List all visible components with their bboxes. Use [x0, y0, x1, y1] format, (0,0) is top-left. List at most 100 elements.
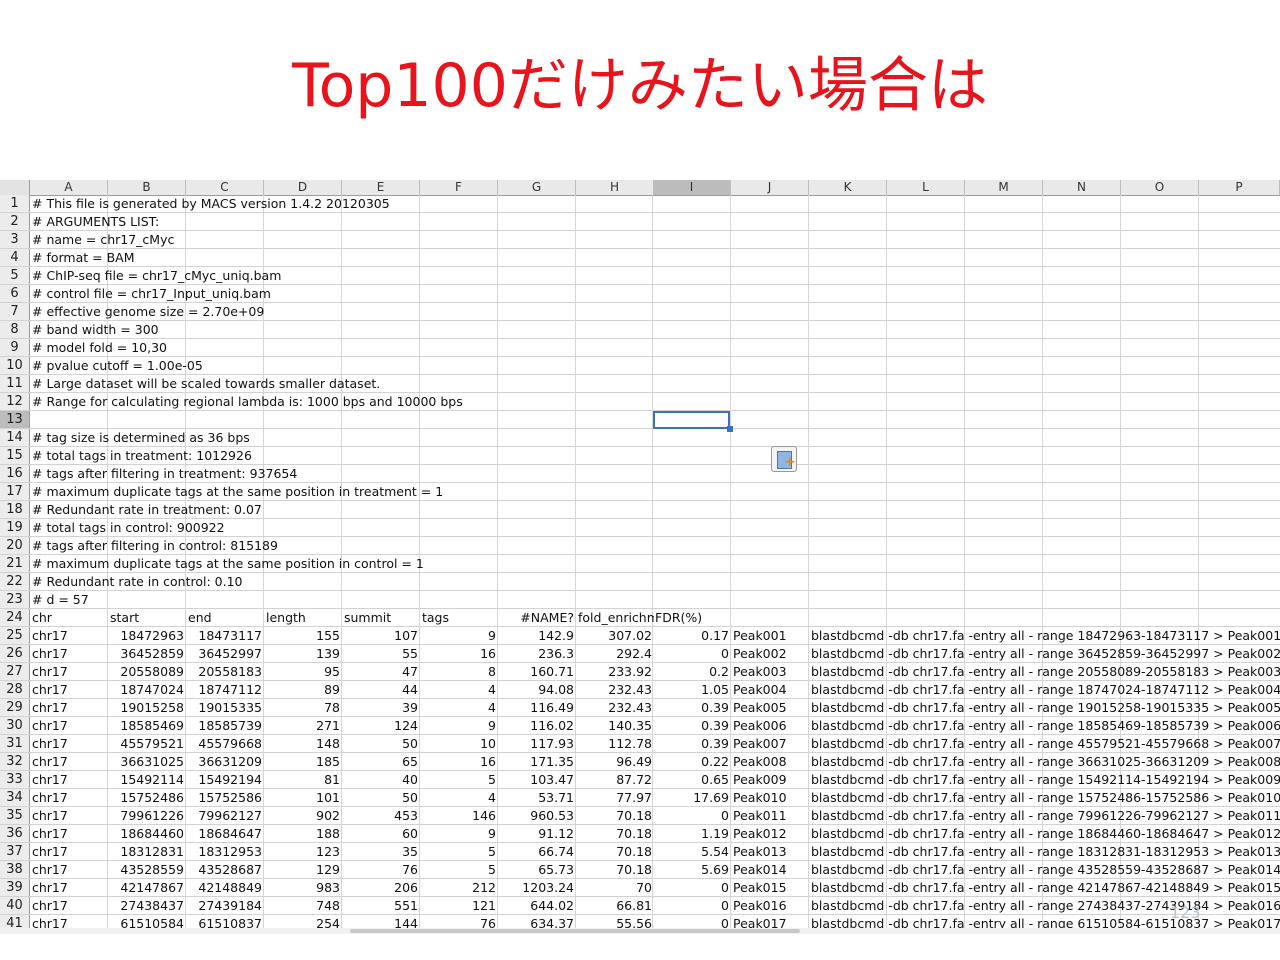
- data-cell-summit[interactable]: 206: [342, 879, 420, 896]
- data-cell-tags[interactable]: 9: [420, 627, 498, 644]
- data-cell-length[interactable]: 81: [264, 771, 342, 788]
- row-header-17[interactable]: 17: [0, 483, 30, 500]
- data-cell-name[interactable]: 171.35: [498, 753, 576, 770]
- data-cell-length[interactable]: 78: [264, 699, 342, 716]
- data-cell-command[interactable]: blastdbcmd -db chr17.fa -entry all - ran…: [809, 645, 1280, 662]
- data-cell-name[interactable]: 116.02: [498, 717, 576, 734]
- comment-cell[interactable]: # maximum duplicate tags at the same pos…: [30, 555, 426, 572]
- data-cell-fold[interactable]: 70.18: [576, 861, 654, 878]
- data-cell-length[interactable]: 95: [264, 663, 342, 680]
- data-cell-summit[interactable]: 40: [342, 771, 420, 788]
- data-cell-fdr[interactable]: 0.39: [653, 735, 731, 752]
- column-header-a[interactable]: A: [30, 180, 108, 195]
- spreadsheet-grid[interactable]: A B C D E F G H I J K L M N O P 1 # This file is generate…: [0, 180, 1280, 930]
- data-cell-tags[interactable]: 5: [420, 861, 498, 878]
- data-cell-peak[interactable]: Peak014: [731, 861, 809, 878]
- data-cell-tags[interactable]: 4: [420, 681, 498, 698]
- header-cell[interactable]: end: [186, 609, 264, 626]
- data-cell-name[interactable]: 1203.24: [498, 879, 576, 896]
- row-header-16[interactable]: 16: [0, 465, 30, 482]
- data-cell-name[interactable]: 644.02: [498, 897, 576, 914]
- data-cell-tags[interactable]: 9: [420, 717, 498, 734]
- data-cell-tags[interactable]: 4: [420, 789, 498, 806]
- data-cell-start[interactable]: 18312831: [108, 843, 186, 860]
- header-cell[interactable]: chr: [30, 609, 108, 626]
- scrollbar-thumb[interactable]: [350, 929, 800, 933]
- row-header-20[interactable]: 20: [0, 537, 30, 554]
- row-header-25[interactable]: 25: [0, 627, 30, 644]
- data-cell-fdr[interactable]: 17.69: [653, 789, 731, 806]
- data-cell-end[interactable]: 18585739: [186, 717, 264, 734]
- data-cell-fold[interactable]: 66.81: [576, 897, 654, 914]
- row-header-11[interactable]: 11: [0, 375, 30, 392]
- data-cell-end[interactable]: 15492194: [186, 771, 264, 788]
- row-header-14[interactable]: 14: [0, 429, 30, 446]
- data-cell-command[interactable]: blastdbcmd -db chr17.fa -entry all - ran…: [809, 753, 1280, 770]
- data-cell-start[interactable]: 15752486: [108, 789, 186, 806]
- data-cell-command[interactable]: blastdbcmd -db chr17.fa -entry all - ran…: [809, 717, 1280, 734]
- row-header-37[interactable]: 37: [0, 843, 30, 860]
- data-cell-end[interactable]: 18312953: [186, 843, 264, 860]
- data-cell-fold[interactable]: 70: [576, 879, 654, 896]
- data-cell-name[interactable]: 91.12: [498, 825, 576, 842]
- data-cell-start[interactable]: 18472963: [108, 627, 186, 644]
- data-cell-end[interactable]: 20558183: [186, 663, 264, 680]
- comment-cell[interactable]: # pvalue cutoff = 1.00e-05: [30, 357, 205, 374]
- column-header-m[interactable]: M: [965, 180, 1043, 195]
- comment-cell[interactable]: # tags after filtering in treatment: 937…: [30, 465, 299, 482]
- data-cell-fold[interactable]: 233.92: [576, 663, 654, 680]
- data-cell-fdr[interactable]: 0: [653, 645, 731, 662]
- select-all-corner[interactable]: [0, 180, 30, 195]
- data-cell-peak[interactable]: Peak011: [731, 807, 809, 824]
- data-cell-fold[interactable]: 77.97: [576, 789, 654, 806]
- row-header-2[interactable]: 2: [0, 213, 30, 230]
- data-cell-start[interactable]: 18747024: [108, 681, 186, 698]
- header-cell[interactable]: summit: [342, 609, 420, 626]
- data-cell-chr[interactable]: chr17: [30, 699, 108, 716]
- row-header-13[interactable]: 13: [0, 411, 30, 428]
- data-cell-end[interactable]: 15752586: [186, 789, 264, 806]
- row-header-36[interactable]: 36: [0, 825, 30, 842]
- column-header-g[interactable]: G: [498, 180, 576, 195]
- column-header-o[interactable]: O: [1121, 180, 1199, 195]
- row-header-33[interactable]: 33: [0, 771, 30, 788]
- data-cell-chr[interactable]: chr17: [30, 771, 108, 788]
- data-cell-command[interactable]: blastdbcmd -db chr17.fa -entry all - ran…: [809, 825, 1280, 842]
- data-cell-fdr[interactable]: 5.54: [653, 843, 731, 860]
- data-cell-chr[interactable]: chr17: [30, 861, 108, 878]
- row-header-35[interactable]: 35: [0, 807, 30, 824]
- data-cell-end[interactable]: 45579668: [186, 735, 264, 752]
- data-cell-end[interactable]: 79962127: [186, 807, 264, 824]
- row-header-19[interactable]: 19: [0, 519, 30, 536]
- comment-cell[interactable]: # Range for calculating regional lambda …: [30, 393, 465, 410]
- comment-cell[interactable]: # total tags in treatment: 1012926: [30, 447, 254, 464]
- row-header-8[interactable]: 8: [0, 321, 30, 338]
- column-header-b[interactable]: B: [108, 180, 186, 195]
- column-header-i[interactable]: I: [653, 180, 731, 195]
- data-cell-end[interactable]: 27439184: [186, 897, 264, 914]
- data-cell-end[interactable]: 18473117: [186, 627, 264, 644]
- comment-cell[interactable]: # Redundant rate in treatment: 0.07: [30, 501, 264, 518]
- row-header-34[interactable]: 34: [0, 789, 30, 806]
- column-header-k[interactable]: K: [809, 180, 887, 195]
- data-cell-fdr[interactable]: 0: [653, 897, 731, 914]
- data-cell-chr[interactable]: chr17: [30, 681, 108, 698]
- data-cell-tags[interactable]: 121: [420, 897, 498, 914]
- row-header-23[interactable]: 23: [0, 591, 30, 608]
- column-header-c[interactable]: C: [186, 180, 264, 195]
- comment-cell[interactable]: # Large dataset will be scaled towards s…: [30, 375, 382, 392]
- data-cell-chr[interactable]: chr17: [30, 789, 108, 806]
- row-header-12[interactable]: 12: [0, 393, 30, 410]
- row-header-26[interactable]: 26: [0, 645, 30, 662]
- data-cell-tags[interactable]: 146: [420, 807, 498, 824]
- data-cell-start[interactable]: 42147867: [108, 879, 186, 896]
- data-cell-start[interactable]: 43528559: [108, 861, 186, 878]
- data-cell-start[interactable]: 18585469: [108, 717, 186, 734]
- header-cell[interactable]: FDR(%): [653, 609, 731, 626]
- column-header-n[interactable]: N: [1043, 180, 1121, 195]
- data-cell-peak[interactable]: Peak009: [731, 771, 809, 788]
- data-cell-summit[interactable]: 107: [342, 627, 420, 644]
- data-cell-peak[interactable]: Peak003: [731, 663, 809, 680]
- comment-cell[interactable]: # This file is generated by MACS version…: [30, 195, 392, 212]
- row-header-27[interactable]: 27: [0, 663, 30, 680]
